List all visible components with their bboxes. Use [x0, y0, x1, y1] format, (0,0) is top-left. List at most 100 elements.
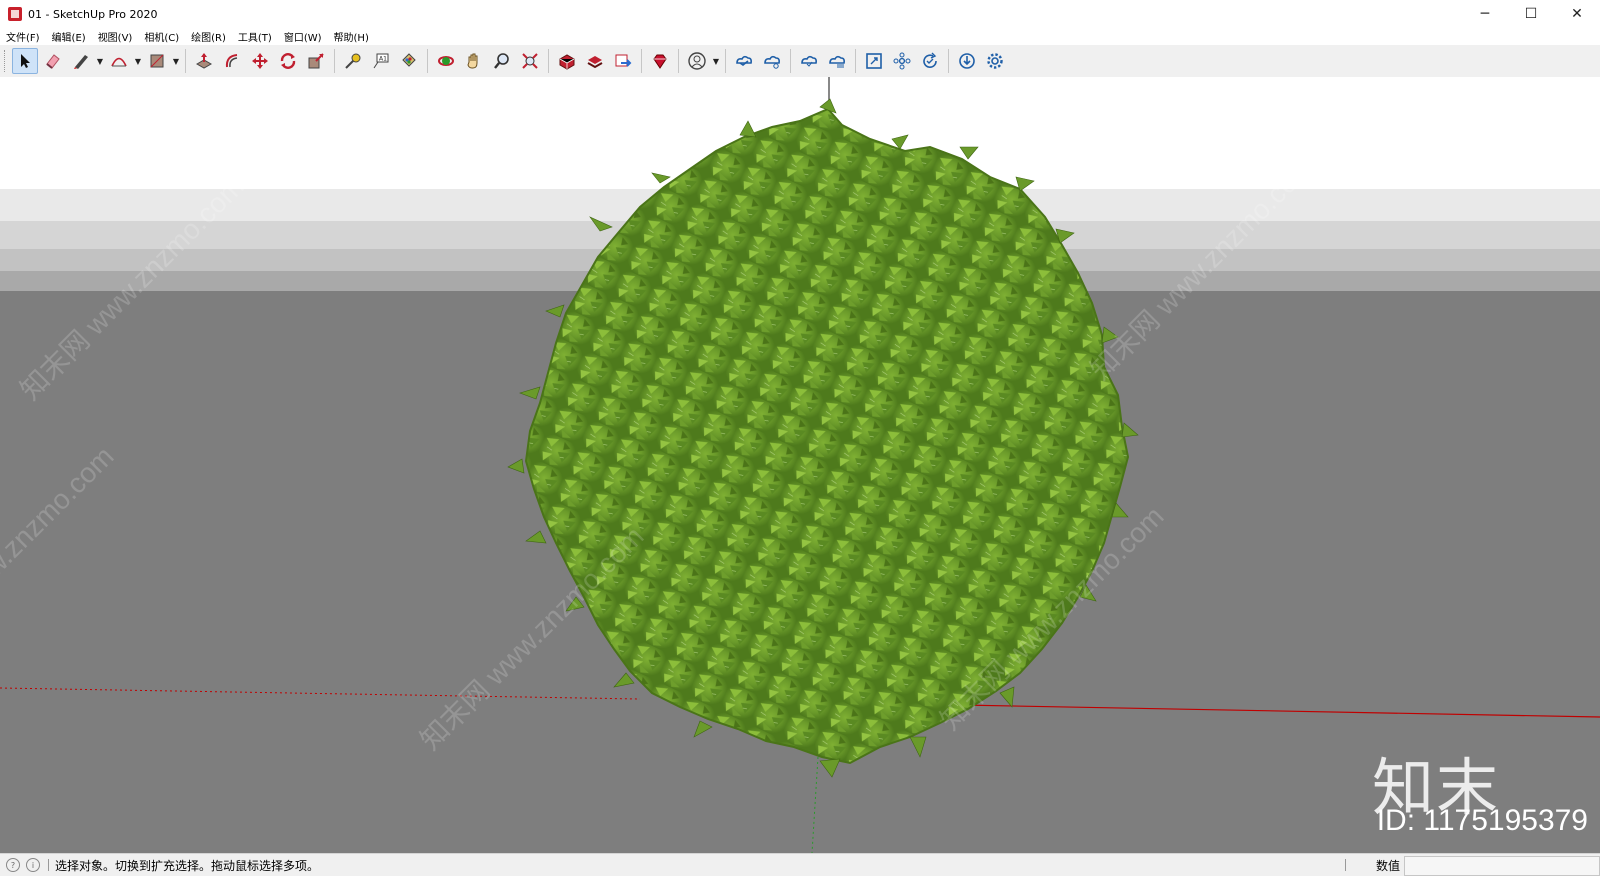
toolbar-grip[interactable]: [4, 50, 9, 72]
menu-camera[interactable]: 相机(C): [138, 29, 185, 44]
scene-expand-button[interactable]: [861, 48, 887, 74]
toolbar-separator: [948, 49, 949, 73]
geo-location-icon[interactable]: ?: [6, 858, 20, 872]
minimize-button[interactable]: ─: [1462, 0, 1508, 28]
menu-file[interactable]: 文件(F): [0, 29, 46, 44]
text-icon: A1: [373, 53, 389, 69]
ruby-gem-icon: [653, 54, 667, 69]
cloud-upload-button[interactable]: [824, 48, 850, 74]
send-to-layout-button[interactable]: [610, 48, 636, 74]
move-icon: [252, 53, 268, 69]
measurements-input[interactable]: [1404, 856, 1600, 876]
close-button[interactable]: ✕: [1554, 0, 1600, 28]
cloud-sync-icon: [801, 55, 817, 67]
toolbar-separator: [427, 49, 428, 73]
window-title: 01 - SketchUp Pro 2020: [28, 7, 158, 21]
cloud-list-icon: [829, 55, 845, 68]
red-axis: [959, 704, 1600, 718]
line-tool-dropdown[interactable]: ▼: [95, 48, 105, 74]
menu-view[interactable]: 视图(V): [92, 29, 139, 44]
rectangle-tool-dropdown[interactable]: ▼: [171, 48, 181, 74]
3d-warehouse-button[interactable]: [554, 48, 580, 74]
tape-measure-tool[interactable]: [340, 48, 366, 74]
extension-warehouse-button[interactable]: [582, 48, 608, 74]
pan-tool[interactable]: [461, 48, 487, 74]
offset-icon: [225, 54, 238, 68]
menu-bar: 文件(F) 编辑(E) 视图(V) 相机(C) 绘图(R) 工具(T) 窗口(W…: [0, 28, 1600, 45]
toolbar-separator: [548, 49, 549, 73]
toolbar-separator: [334, 49, 335, 73]
move-tool[interactable]: [247, 48, 273, 74]
main-toolbar: ▼ ▼ ▼ A1 ▼: [0, 45, 1600, 78]
tape-measure-icon: [345, 53, 361, 69]
eraser-tool[interactable]: [40, 48, 66, 74]
measurements-label: 数值: [1375, 859, 1400, 873]
rotate-tool[interactable]: [275, 48, 301, 74]
download-button[interactable]: [954, 48, 980, 74]
model-viewport[interactable]: 知末网 www.znzmo.com 知末网 www.znzmo.com 知末网 …: [0, 77, 1600, 853]
status-message: 选择对象。切换到扩充选择。拖动鼠标选择多项。: [55, 858, 320, 873]
shrub-model[interactable]: [524, 107, 1130, 765]
green-axis-dashed: [811, 756, 819, 853]
zoom-extents-icon: [522, 53, 538, 69]
settings-button[interactable]: [982, 48, 1008, 74]
zoom-tool[interactable]: [489, 48, 515, 74]
svg-text:A1: A1: [379, 56, 387, 63]
account-button[interactable]: [684, 48, 710, 74]
menu-draw[interactable]: 绘图(R): [185, 29, 232, 44]
refresh-button[interactable]: [917, 48, 943, 74]
arc-tool-dropdown[interactable]: ▼: [133, 48, 143, 74]
window-controls: ─ ☐ ✕: [1462, 0, 1600, 28]
menu-edit[interactable]: 编辑(E): [46, 29, 92, 44]
select-arrow-icon: [21, 54, 30, 68]
extension-warehouse-icon: [587, 56, 603, 69]
line-tool[interactable]: [68, 48, 94, 74]
cloud-share-icon: [764, 55, 780, 69]
model-id-label: ID: 1175195379: [1376, 804, 1588, 837]
cloud-sync-button[interactable]: [796, 48, 822, 74]
paint-bucket-tool[interactable]: [396, 48, 422, 74]
trimble-connect-share-button[interactable]: [759, 48, 785, 74]
eraser-icon: [46, 54, 60, 69]
status-divider: [1345, 859, 1346, 871]
account-dropdown[interactable]: ▼: [711, 48, 721, 74]
scale-icon: [308, 53, 324, 69]
menu-window[interactable]: 窗口(W): [278, 29, 328, 44]
push-pull-icon: [195, 53, 213, 69]
text-tool[interactable]: A1: [368, 48, 394, 74]
zoom-extents-tool[interactable]: [517, 48, 543, 74]
push-pull-tool[interactable]: [191, 48, 217, 74]
toolbar-separator: [185, 49, 186, 73]
pan-hand-icon: [467, 53, 478, 69]
rectangle-tool[interactable]: [144, 48, 170, 74]
maximize-button[interactable]: ☐: [1508, 0, 1554, 28]
trimble-connect-icon: [736, 55, 752, 66]
scene-canvas: [0, 77, 1600, 853]
menu-tools[interactable]: 工具(T): [232, 29, 278, 44]
zoom-magnifier-icon: [494, 53, 509, 69]
orbit-tool[interactable]: [433, 48, 459, 74]
send-to-layout-icon: [615, 54, 632, 67]
sketchup-logo-icon: [8, 7, 22, 21]
toolbar-separator: [855, 49, 856, 73]
account-user-icon: [688, 52, 706, 70]
refresh-check-icon: [923, 52, 937, 68]
components-cluster-icon: [893, 52, 911, 70]
ruby-console-button[interactable]: [647, 48, 673, 74]
offset-tool[interactable]: [219, 48, 245, 74]
3d-warehouse-icon: [559, 54, 575, 70]
components-button[interactable]: [889, 48, 915, 74]
paint-bucket-icon: [402, 53, 416, 67]
rotate-icon: [280, 53, 296, 69]
status-bar: ? i 选择对象。切换到扩充选择。拖动鼠标选择多项。 数值: [0, 853, 1600, 876]
menu-help[interactable]: 帮助(H): [328, 29, 375, 44]
arc-tool[interactable]: [106, 48, 132, 74]
orbit-icon: [438, 56, 454, 66]
credits-info-icon[interactable]: i: [26, 858, 40, 872]
settings-gear-icon: [987, 53, 1003, 69]
download-circle-icon: [959, 53, 975, 69]
scale-tool[interactable]: [303, 48, 329, 74]
toolbar-separator: [641, 49, 642, 73]
select-tool[interactable]: [12, 48, 38, 74]
trimble-connect-button[interactable]: [731, 48, 757, 74]
